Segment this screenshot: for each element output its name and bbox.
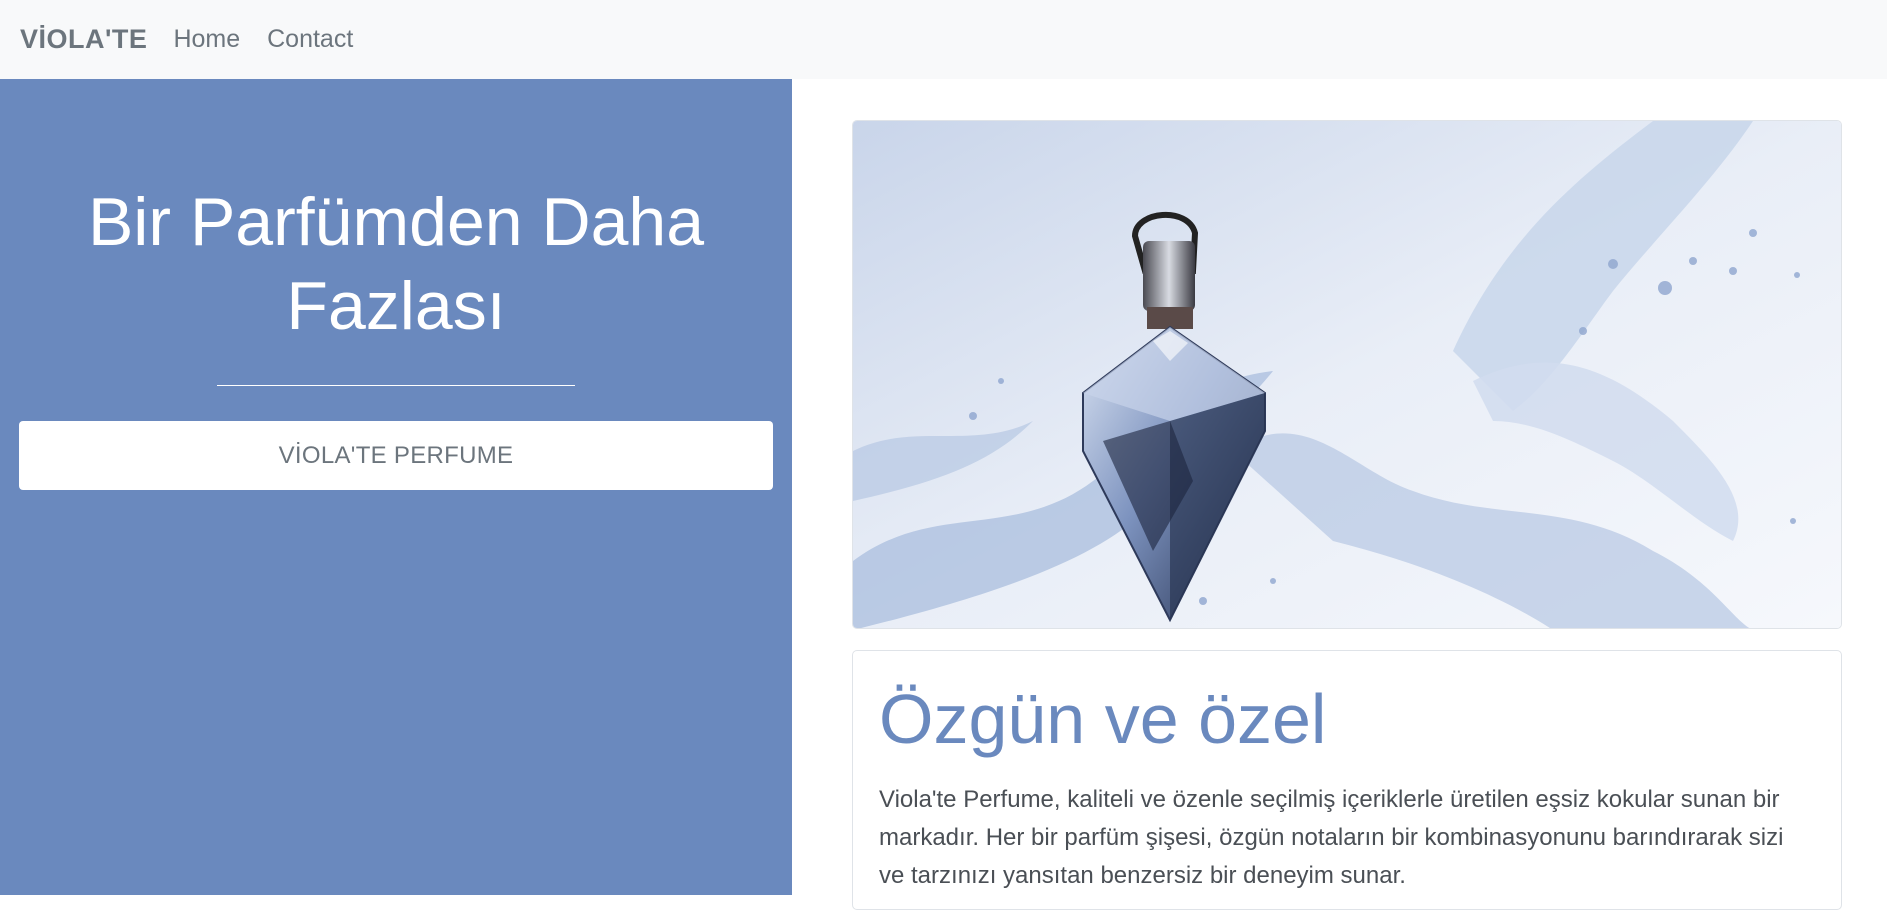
perfume-bottle-image [853,121,1841,628]
hero-title: Bir Parfümden Daha Fazlası [87,184,705,344]
hero-panel: Bir Parfümden Daha Fazlası VİOLA'TE PERF… [0,79,792,895]
hero-divider [217,385,575,386]
card-title: Özgün ve özel [879,680,1327,758]
top-navbar: VİOLA'TE Home Contact [0,0,1887,79]
nav-link-home[interactable]: Home [173,25,240,54]
about-card: Özgün ve özel Viola'te Perfume, kaliteli… [852,650,1842,910]
brand-logo-link[interactable]: VİOLA'TE [20,24,147,55]
nav-link-contact[interactable]: Contact [267,25,353,54]
card-description: Viola'te Perfume, kaliteli ve özenle seç… [879,786,1784,889]
perfume-button[interactable]: VİOLA'TE PERFUME [19,421,773,490]
feature-image-card [852,120,1842,629]
